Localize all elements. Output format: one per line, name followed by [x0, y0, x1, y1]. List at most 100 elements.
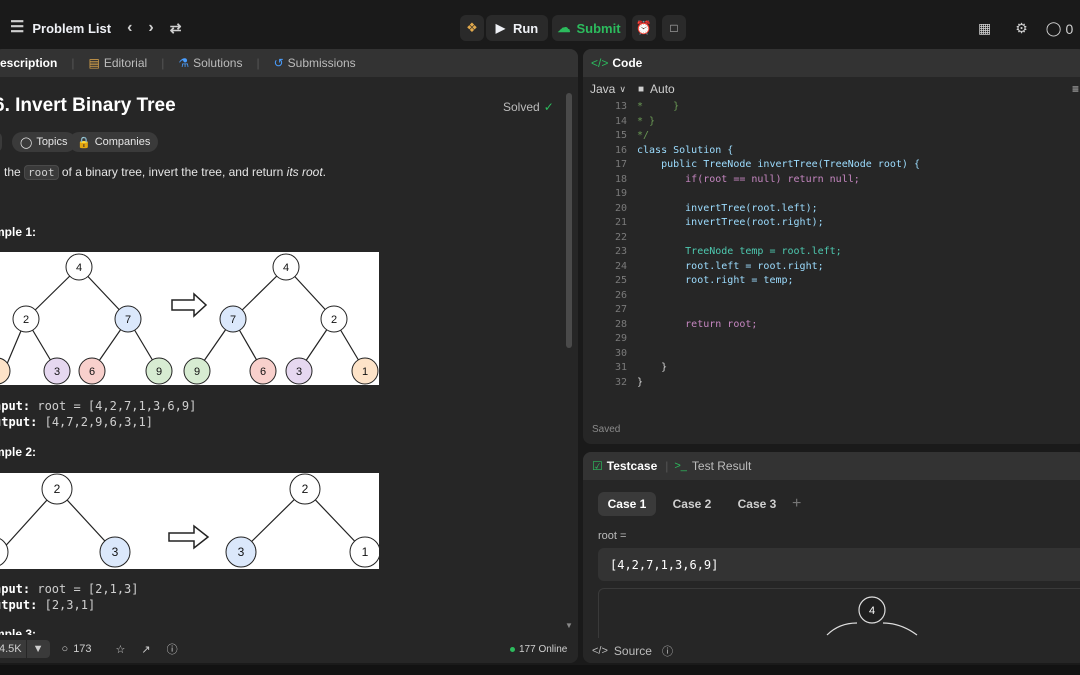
help-icon[interactable]: ⓘ: [167, 641, 178, 657]
example-1-tree-diagram: 4 2 7 3 6 9 4 7 2 9 6 3 1: [0, 253, 379, 385]
top-navigation-bar: ☰ Problem List ‹ › ⇄ ❖ ▶ Run ☁ Submit ⏰ …: [0, 0, 1080, 48]
node-label: 7: [230, 314, 236, 326]
saved-status: Saved: [592, 424, 621, 435]
problem-statement: n the root of a binary tree, invert the …: [0, 165, 327, 180]
output-label: utput:: [0, 598, 38, 612]
chevron-left-icon[interactable]: ‹: [127, 20, 132, 36]
source-button[interactable]: Source: [614, 644, 652, 658]
thumbs-down-icon: ▼: [32, 643, 44, 655]
menu-icon[interactable]: ≡: [1072, 82, 1079, 96]
difficulty-pill[interactable]: [0, 132, 2, 152]
run-button[interactable]: ▶ Run: [486, 15, 548, 41]
companies-label: Companies: [94, 136, 151, 148]
line-text: invertTree(root.right);: [637, 217, 824, 228]
shuffle-icon[interactable]: ⇄: [170, 20, 182, 36]
tab-test-result[interactable]: Test Result: [692, 459, 751, 473]
tab-divider: |: [71, 56, 75, 70]
line-text: public TreeNode invertTree(TreeNode root…: [637, 159, 920, 170]
tree-root-label: 4: [869, 605, 875, 617]
case-2-tab[interactable]: Case 2: [663, 492, 721, 516]
auto-mode[interactable]: ■ Auto: [638, 82, 675, 96]
like-button[interactable]: 4.5K: [0, 640, 26, 658]
description-scrollbar[interactable]: [566, 93, 572, 348]
layout-icon[interactable]: ▦: [978, 20, 991, 37]
online-dot-icon: [510, 646, 515, 652]
code-editor[interactable]: 13 * } 14 * } 15 */ 16 class Solution { 17 p…: [583, 100, 1080, 390]
dislike-button[interactable]: ▼: [26, 640, 50, 658]
tab-description-label: escription: [0, 56, 58, 70]
tab-divider: |: [161, 56, 165, 70]
example-1-io: nput: root = [4,2,7,1,3,6,9] utput: [4,7…: [0, 398, 196, 430]
bottom-edge: [0, 665, 1080, 675]
companies-pill[interactable]: 🔒 Companies: [69, 132, 159, 152]
tab-description[interactable]: escription: [0, 56, 57, 70]
chevron-right-icon[interactable]: ›: [148, 20, 153, 36]
statement-text-1: n the: [0, 165, 21, 179]
cloud-upload-icon: ☁: [557, 20, 571, 35]
line-text: class Solution {: [637, 144, 734, 156]
line-text: * }: [637, 101, 680, 112]
timer-button[interactable]: ⏰: [632, 15, 656, 41]
line-number: 13: [614, 101, 627, 112]
example-2-tree-diagram: 2 3 2 3 1: [0, 473, 381, 568]
line-number: 31: [614, 362, 627, 373]
line-number: 15: [614, 130, 627, 141]
tab-submissions[interactable]: ↺ Submissions: [274, 56, 356, 70]
gear-icon[interactable]: ⚙: [1015, 20, 1028, 37]
output-value: [2,3,1]: [44, 598, 96, 612]
scroll-down-icon[interactable]: ▼: [565, 621, 573, 630]
play-icon: ▶: [495, 21, 505, 35]
tab-editorial[interactable]: ▤ Editorial: [88, 56, 147, 70]
line-text: */: [637, 130, 650, 141]
param-input[interactable]: [4,2,7,1,3,6,9]: [598, 548, 1080, 581]
history-icon: ↺: [273, 56, 284, 70]
debug-button[interactable]: ❖: [460, 15, 484, 41]
chevron-down-icon: ∨: [619, 83, 626, 94]
param-value: [4,2,7,1,3,6,9]: [610, 557, 719, 572]
example-1-label: mple 1:: [0, 225, 37, 239]
example-2-io: nput: root = [2,1,3] utput: [2,3,1]: [0, 581, 139, 613]
node-label: 2: [23, 314, 29, 326]
code-tab-label[interactable]: Code: [612, 56, 642, 70]
topics-label: Topics: [36, 136, 68, 148]
tab-testcase[interactable]: Testcase: [607, 459, 657, 473]
case-3-tab[interactable]: Case 3: [728, 492, 786, 516]
alarm-icon: ⏰: [635, 20, 653, 35]
line-number: 17: [614, 159, 627, 170]
problem-list-link[interactable]: Problem List: [32, 21, 111, 36]
line-number: 29: [614, 333, 627, 344]
like-count: 4.5K: [0, 643, 22, 655]
flask-icon: ⚗: [178, 56, 190, 70]
tab-solutions[interactable]: ⚗ Solutions: [178, 56, 242, 70]
lock-icon: 🔒: [77, 136, 91, 149]
source-bar: </> Source ⓘ: [583, 638, 1080, 663]
streak-counter[interactable]: ◯ 0: [1046, 20, 1073, 37]
line-number: 16: [614, 144, 627, 156]
description-tabbar: escription | ▤ Editorial | ⚗ Solutions |…: [0, 49, 578, 77]
help-icon[interactable]: ⓘ: [662, 643, 673, 659]
star-icon[interactable]: ☆: [116, 643, 126, 656]
line-number: 24: [614, 260, 627, 272]
share-icon[interactable]: ↗: [141, 643, 150, 656]
line-text: return root;: [637, 318, 758, 330]
node-label: 9: [194, 366, 200, 378]
comments-button[interactable]: ○ 173: [62, 643, 92, 655]
line-text: }: [637, 376, 644, 388]
language-select[interactable]: Java ∨: [590, 82, 626, 96]
comment-icon: ○: [61, 643, 69, 655]
list-icon[interactable]: ☰: [10, 20, 24, 36]
line-number: 22: [614, 231, 627, 243]
node-label: 2: [302, 482, 309, 496]
notes-button[interactable]: □: [662, 15, 686, 41]
code-panel: </> Code Java ∨ ■ Auto ≡ 13 * } 14 * } 15 *…: [583, 49, 1080, 444]
online-indicator: 177 Online: [510, 644, 567, 655]
topics-pill[interactable]: ◯ Topics: [12, 132, 76, 152]
statement-text-3: .: [322, 165, 327, 179]
submit-button[interactable]: ☁ Submit: [552, 15, 626, 41]
case-1-tab[interactable]: Case 1: [598, 492, 656, 516]
example-2-image: 2 3 2 3 1: [0, 473, 381, 569]
node-label: 4: [76, 262, 82, 274]
submit-label: Submit: [576, 20, 621, 36]
add-case-button[interactable]: +: [792, 495, 801, 513]
line-text: }: [637, 362, 668, 373]
